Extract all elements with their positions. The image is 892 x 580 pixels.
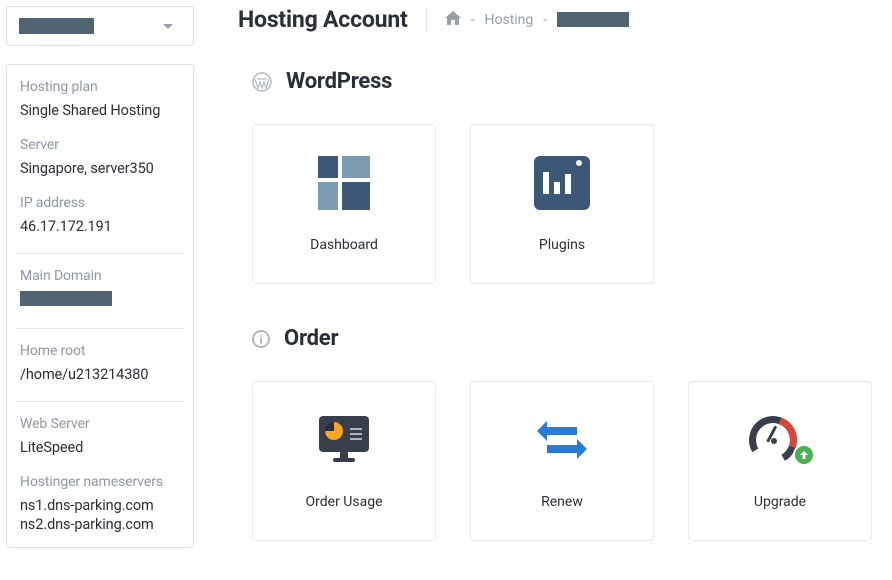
section-title-order: Order [284, 326, 338, 351]
home-root-label: Home root [20, 343, 180, 359]
order-cards: Order Usage Renew [238, 381, 884, 541]
home-root-value: /home/u213214380 [20, 366, 180, 383]
breadcrumb-separator: - [471, 12, 475, 28]
card-label-plugins: Plugins [539, 237, 585, 253]
card-label-renew: Renew [541, 494, 583, 510]
home-icon[interactable] [445, 11, 461, 29]
upgrade-badge-icon [793, 444, 815, 466]
renew-icon [533, 412, 591, 468]
card-dashboard[interactable]: Dashboard [252, 124, 436, 284]
wordpress-icon [252, 72, 272, 92]
domain-select-value [19, 18, 94, 34]
server-value: Singapore, server350 [20, 160, 180, 177]
section-title-wordpress: WordPress [286, 69, 392, 94]
wordpress-cards: Dashboard Plugins [238, 124, 884, 284]
main-domain-label: Main Domain [20, 268, 180, 284]
card-label-dashboard: Dashboard [310, 237, 378, 253]
page-title: Hosting Account [238, 6, 408, 33]
separator [16, 328, 184, 329]
card-order-usage[interactable]: Order Usage [252, 381, 436, 541]
breadcrumb-separator: - [543, 12, 547, 28]
hosting-plan-value: Single Shared Hosting [20, 102, 180, 119]
main-domain-value [20, 291, 112, 306]
main-content: Hosting Account - Hosting - WordPress [200, 0, 892, 580]
section-header-wordpress: WordPress [238, 69, 884, 94]
card-label-upgrade: Upgrade [754, 494, 806, 510]
nameserver-2: ns2.dns-parking.com [20, 516, 180, 533]
nameservers-label: Hostinger nameservers [20, 474, 180, 490]
breadcrumb: - Hosting - [445, 11, 630, 29]
upgrade-icon [749, 412, 811, 468]
chevron-down-icon [163, 24, 173, 29]
breadcrumb-current [557, 12, 629, 27]
page-header: Hosting Account - Hosting - [238, 6, 884, 33]
separator [16, 253, 184, 254]
header-divider [426, 8, 427, 32]
domain-select-dropdown[interactable] [6, 6, 194, 46]
web-server-label: Web Server [20, 416, 180, 432]
ip-address-label: IP address [20, 195, 180, 211]
nameserver-1: ns1.dns-parking.com [20, 497, 180, 514]
server-label: Server [20, 137, 180, 153]
card-label-order-usage: Order Usage [306, 494, 383, 510]
card-plugins[interactable]: Plugins [470, 124, 654, 284]
web-server-value: LiteSpeed [20, 439, 180, 456]
order-usage-icon [316, 412, 372, 468]
ip-address-value: 46.17.172.191 [20, 218, 180, 235]
section-header-order: Order [238, 326, 884, 351]
breadcrumb-hosting[interactable]: Hosting [485, 12, 534, 28]
hosting-info-panel: Hosting plan Single Shared Hosting Serve… [6, 64, 194, 548]
dashboard-icon [318, 155, 370, 211]
hosting-plan-label: Hosting plan [20, 79, 180, 95]
info-icon [252, 330, 270, 348]
card-upgrade[interactable]: Upgrade [688, 381, 872, 541]
sidebar: Hosting plan Single Shared Hosting Serve… [0, 0, 200, 580]
card-renew[interactable]: Renew [470, 381, 654, 541]
plugins-icon [534, 155, 590, 211]
separator [16, 401, 184, 402]
